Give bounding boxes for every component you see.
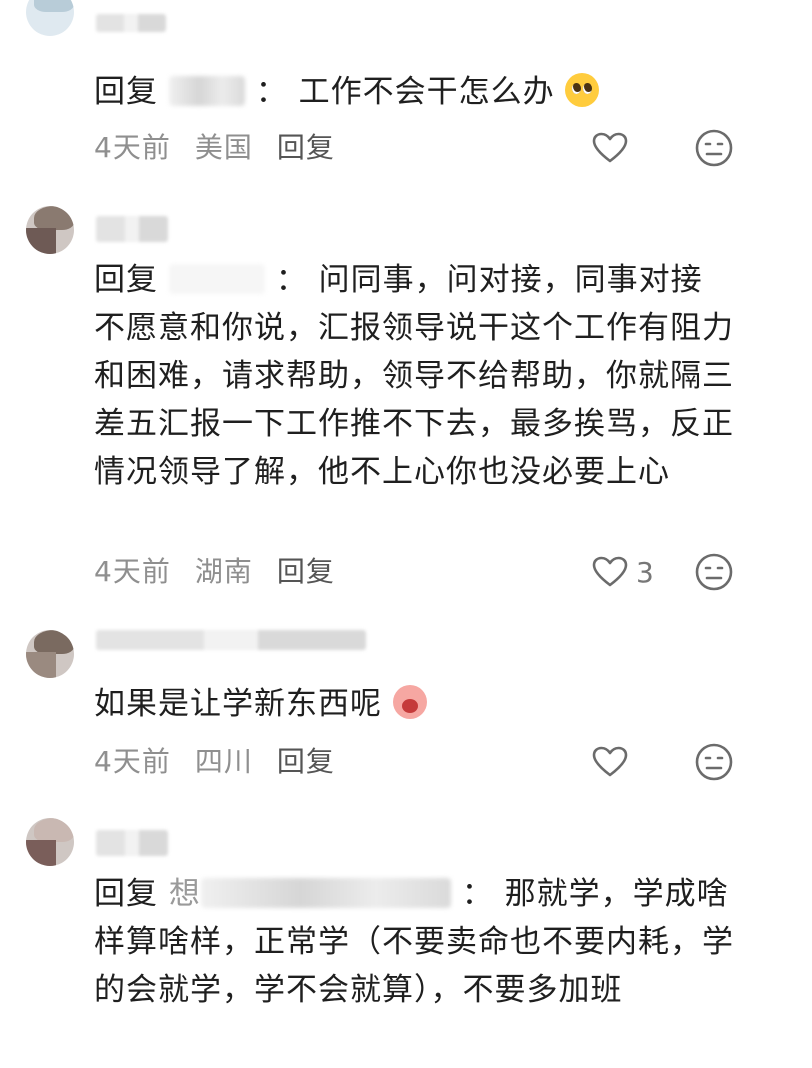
timestamp: 4天前 bbox=[94, 745, 171, 778]
pleading-face-emoji bbox=[565, 73, 600, 107]
comment-body: 如果是让学新东西呢 bbox=[94, 686, 382, 722]
redacted-username bbox=[168, 264, 265, 294]
comment-body: 问同事，问对接，同事对接不愿意和你说，汇报领导说干这个工作有阻力和困难，请求帮助… bbox=[94, 262, 734, 490]
location: 四川 bbox=[194, 745, 253, 778]
reply-label: 回复 bbox=[94, 876, 158, 912]
reply-button[interactable]: 回复 bbox=[277, 742, 335, 782]
comment-meta: 4天前 湖南 回复 bbox=[94, 552, 335, 592]
reply-button[interactable]: 回复 bbox=[277, 552, 335, 592]
reply-button[interactable]: 回复 bbox=[277, 128, 335, 168]
separator: ： bbox=[255, 74, 288, 110]
neutral-face-icon[interactable] bbox=[694, 742, 734, 782]
redacted-username bbox=[168, 76, 245, 106]
comment-text: 回复 ： 问同事，问对接，同事对接不愿意和你说，汇报领导说干这个工作有阻力和困难… bbox=[94, 256, 734, 496]
heart-outline-icon bbox=[592, 746, 628, 777]
timestamp: 4天前 bbox=[94, 131, 171, 164]
reply-label: 回复 bbox=[94, 262, 158, 298]
heart-outline-icon bbox=[592, 132, 628, 163]
timestamp: 4天前 bbox=[94, 555, 171, 588]
avatar[interactable] bbox=[26, 206, 74, 254]
username-blurred[interactable] bbox=[96, 14, 166, 32]
like-count: 3 bbox=[636, 555, 654, 589]
separator: ： bbox=[275, 262, 308, 298]
like-button[interactable]: 3 bbox=[592, 552, 654, 592]
reply-label: 回复 bbox=[94, 74, 158, 110]
comment-text: 回复 想 ： 那就学，学成啥样算啥样，正常学（不要卖命也不要内耗，学的会就学，学… bbox=[94, 870, 734, 1014]
separator: ： bbox=[461, 876, 494, 912]
username-blurred[interactable] bbox=[96, 630, 366, 650]
heart-outline-icon bbox=[592, 556, 628, 587]
like-button[interactable] bbox=[592, 742, 628, 782]
avatar[interactable] bbox=[26, 0, 74, 36]
crying-peach-emoji bbox=[392, 685, 427, 719]
comment-body: 工作不会干怎么办 bbox=[298, 74, 555, 110]
location: 美国 bbox=[194, 131, 253, 164]
avatar[interactable] bbox=[26, 818, 74, 866]
comment-meta: 4天前 四川 回复 bbox=[94, 742, 335, 782]
like-button[interactable] bbox=[592, 128, 628, 168]
username-blurred[interactable] bbox=[96, 216, 168, 242]
redacted-username bbox=[200, 878, 451, 908]
username-blurred[interactable] bbox=[96, 830, 168, 856]
neutral-face-icon[interactable] bbox=[694, 128, 734, 168]
location: 湖南 bbox=[194, 555, 253, 588]
avatar[interactable] bbox=[26, 630, 74, 678]
comment-text: 如果是让学新东西呢 bbox=[94, 680, 734, 728]
comment-meta: 4天前 美国 回复 bbox=[94, 128, 335, 168]
partial-username: 想 bbox=[168, 876, 201, 912]
neutral-face-icon[interactable] bbox=[694, 552, 734, 592]
comment-text: 回复 ： 工作不会干怎么办 bbox=[94, 68, 734, 116]
